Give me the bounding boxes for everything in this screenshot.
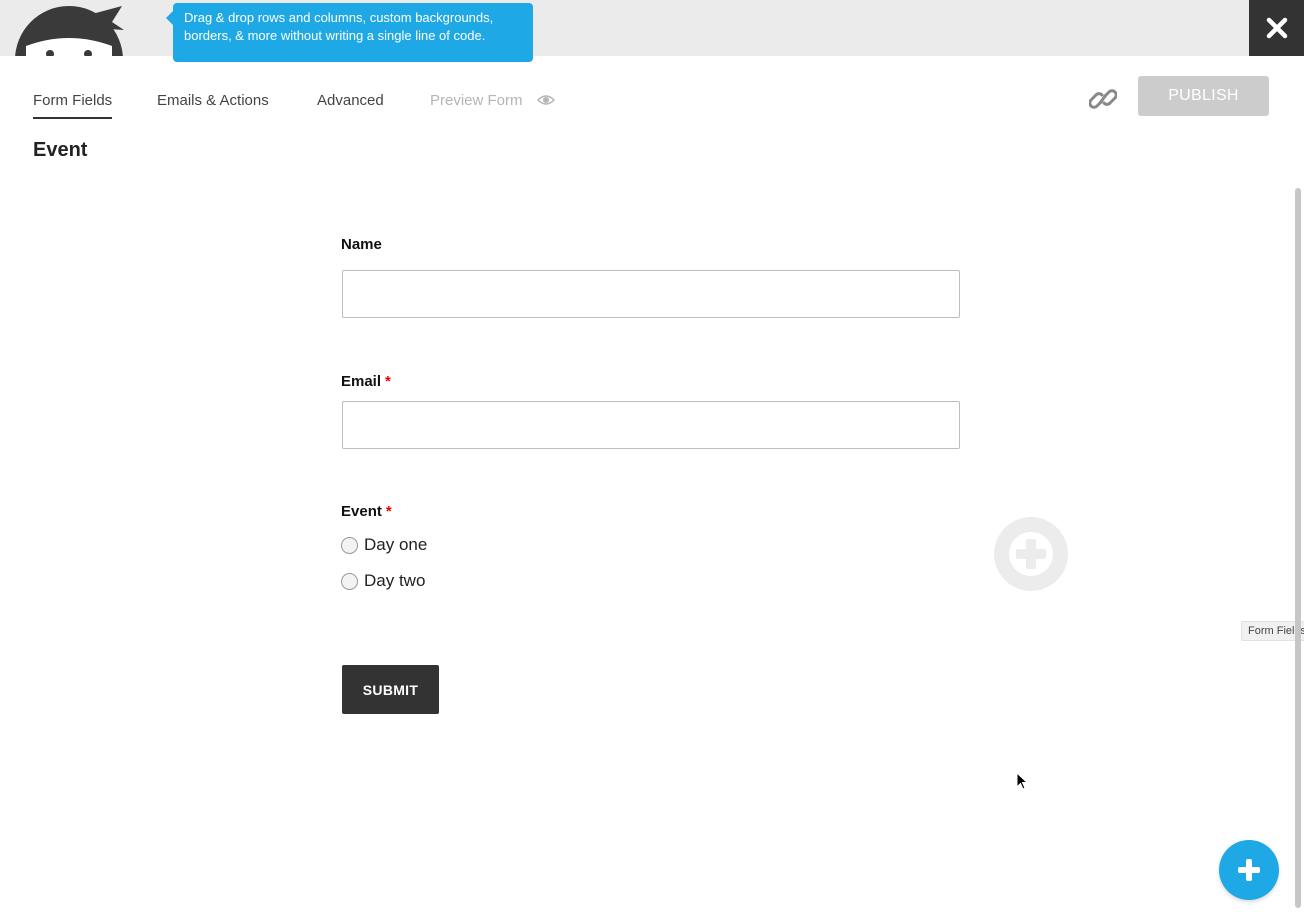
plus-icon xyxy=(1009,532,1053,576)
required-marker: * xyxy=(385,373,391,390)
scrollbar[interactable] xyxy=(1293,186,1304,916)
event-label-text: Event xyxy=(341,503,382,520)
email-field-label: Email * xyxy=(341,373,391,390)
name-field-label: Name xyxy=(341,236,382,253)
name-label-text: Name xyxy=(341,236,382,253)
drag-drop-tooltip: Drag & drop rows and columns, custom bac… xyxy=(166,3,533,62)
top-bar: Drag & drop rows and columns, custom bac… xyxy=(0,0,1304,62)
required-marker: * xyxy=(385,503,392,520)
form-title: Event xyxy=(33,139,88,161)
radio-button[interactable] xyxy=(341,572,358,590)
radio-label: Day one xyxy=(364,535,428,554)
tab-preview-form-label: Preview Form xyxy=(430,92,523,109)
add-column-button[interactable] xyxy=(994,517,1068,591)
email-label-text: Email xyxy=(341,373,382,390)
tab-form-fields[interactable]: Form Fields xyxy=(33,92,113,119)
radio-label: Day two xyxy=(364,571,426,590)
tab-emails-actions[interactable]: Emails & Actions xyxy=(157,92,269,109)
publish-button[interactable]: PUBLISH xyxy=(1138,76,1269,116)
ninja-logo-icon xyxy=(14,0,129,56)
event-field-label: Event * xyxy=(341,503,392,520)
scrollbar-thumb[interactable] xyxy=(1295,188,1301,908)
add-field-button[interactable] xyxy=(1219,840,1279,900)
mouse-cursor-icon xyxy=(1016,771,1029,795)
radio-option-day-two[interactable]: Day two xyxy=(341,570,425,592)
tab-preview-form[interactable]: Preview Form xyxy=(430,92,555,109)
radio-option-day-one[interactable]: Day one xyxy=(341,534,427,556)
eye-icon xyxy=(536,95,555,105)
email-field[interactable] xyxy=(342,401,960,449)
radio-button[interactable] xyxy=(341,536,358,554)
close-icon xyxy=(1266,17,1287,39)
name-field[interactable] xyxy=(342,270,960,318)
close-button[interactable] xyxy=(1249,0,1304,56)
submit-button[interactable]: SUBMIT xyxy=(342,665,439,714)
link-icon[interactable] xyxy=(1088,84,1118,114)
tab-advanced[interactable]: Advanced xyxy=(317,92,384,109)
plus-icon xyxy=(1238,859,1260,881)
